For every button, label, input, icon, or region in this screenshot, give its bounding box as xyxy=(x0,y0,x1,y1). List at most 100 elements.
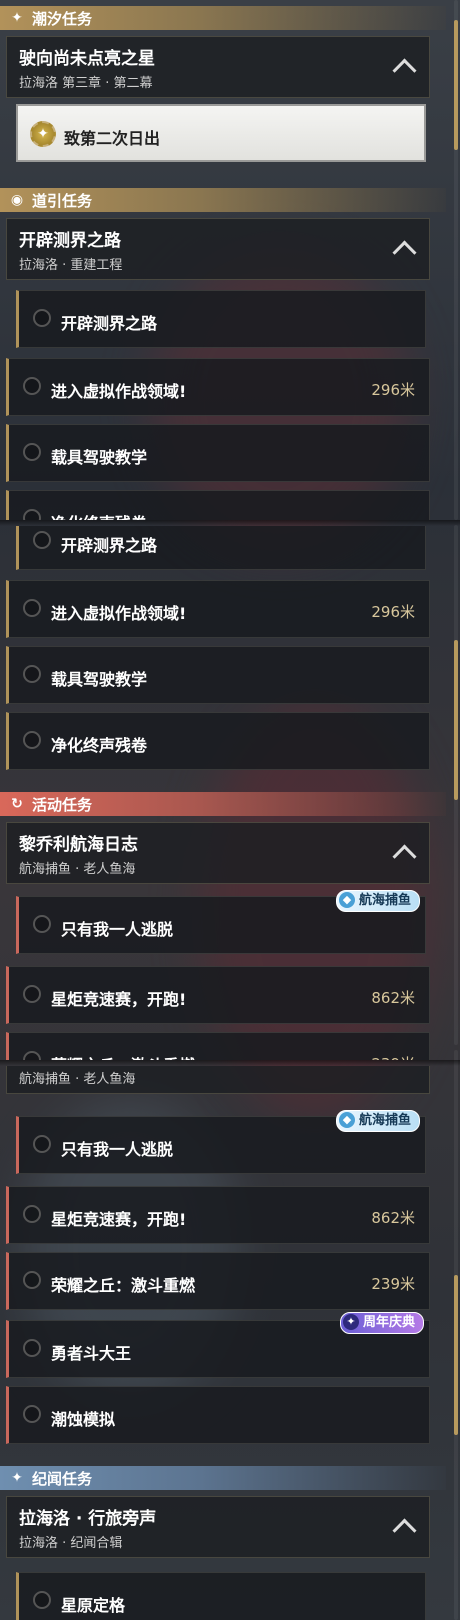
chevron-up-icon[interactable] xyxy=(392,240,417,265)
quest-card-tide[interactable]: 驶向尚未点亮之星 拉海洛 第三章 · 第二幕 xyxy=(6,36,430,98)
distance-label: 862米 xyxy=(371,989,415,1007)
sparkle-icon: ✦ xyxy=(11,1470,23,1486)
badge-label: 航海捕鱼 xyxy=(359,1113,412,1128)
task-label: 进入虚拟作战领域! xyxy=(51,382,187,401)
quest-subtitle: 拉海洛 · 重建工程 xyxy=(19,258,123,273)
status-circle-icon xyxy=(23,1051,41,1060)
status-circle-icon xyxy=(23,665,41,683)
task-item[interactable]: 进入虚拟作战领域! 296米 xyxy=(6,358,430,416)
task-label: 星炬竞速赛，开跑! xyxy=(51,990,187,1009)
task-item[interactable]: 载具驾驶教学 xyxy=(6,424,430,482)
status-circle-icon xyxy=(23,599,41,617)
location-pin-icon: ◉ xyxy=(10,192,24,208)
chevron-up-icon[interactable] xyxy=(392,844,417,869)
section-header-chronicle: ✦ 纪闻任务 xyxy=(0,1466,446,1490)
task-label: 开辟测界之路 xyxy=(61,536,158,555)
fish-icon: ◆ xyxy=(339,892,355,908)
quest-subtitle: 拉海洛 第三章 · 第二幕 xyxy=(19,76,153,91)
event-badge-anniversary: ✦ 周年庆典 xyxy=(340,1312,425,1334)
task-label: 潮蚀模拟 xyxy=(51,1410,116,1429)
anniversary-icon: ✦ xyxy=(343,1314,359,1330)
quest-title: 驶向尚未点亮之星 xyxy=(19,49,155,69)
section-title: 活动任务 xyxy=(32,795,93,814)
task-item[interactable]: 载具驾驶教学 xyxy=(6,646,430,704)
chevron-up-icon[interactable] xyxy=(392,1518,417,1543)
section-title: 道引任务 xyxy=(32,191,93,210)
task-item[interactable]: 潮蚀模拟 xyxy=(6,1386,430,1444)
task-item-clipped: 荣耀之丘：激斗重燃 239米 xyxy=(0,1032,460,1060)
task-item-clipped: 星原定格 xyxy=(0,1572,460,1620)
task-label: 星炬竞速赛，开跑! xyxy=(51,1210,187,1229)
status-circle-icon xyxy=(33,915,51,933)
section-title: 纪闻任务 xyxy=(32,1469,93,1488)
task-item[interactable]: 净化终声残卷 xyxy=(6,490,430,520)
task-item-clipped: 净化终声残卷 xyxy=(0,490,460,520)
quest-card-guide[interactable]: 开辟测界之路 拉海洛 · 重建工程 xyxy=(6,218,430,280)
task-label: 进入虚拟作战领域! xyxy=(51,604,187,623)
quest-card-chronicle[interactable]: 拉海洛 · 行旅旁声 拉海洛 · 纪闻合辑 xyxy=(6,1496,430,1558)
event-badge-fishing: ◆ 航海捕鱼 xyxy=(336,1110,421,1132)
task-label: 致第二次日出 xyxy=(64,129,161,148)
chevron-up-icon[interactable] xyxy=(392,58,417,83)
status-circle-icon xyxy=(33,1591,51,1609)
task-item[interactable]: 净化终声残卷 xyxy=(6,712,430,770)
badge-label: 周年庆典 xyxy=(363,1315,416,1330)
status-circle-icon xyxy=(33,531,51,549)
task-label: 勇者斗大王 xyxy=(51,1344,132,1363)
task-label: 只有我一人逃脱 xyxy=(61,1140,174,1159)
status-circle-icon xyxy=(33,1135,51,1153)
task-item[interactable]: 开辟测界之路 xyxy=(16,526,426,570)
scrollbar-thumb[interactable] xyxy=(454,20,458,150)
quest-title: 黎乔利航海日志 xyxy=(19,835,138,855)
task-item[interactable]: 进入虚拟作战领域! 296米 xyxy=(6,580,430,638)
section-header-guide: ◉ 道引任务 xyxy=(0,188,446,212)
quest-subtitle: 航海捕鱼 · 老人鱼海 xyxy=(19,862,136,877)
distance-label: 239米 xyxy=(371,1275,415,1293)
scrollbar-thumb[interactable] xyxy=(454,640,458,800)
task-item[interactable]: 星炬竞速赛，开跑! 862米 xyxy=(6,1186,430,1244)
task-item[interactable]: 星炬竞速赛，开跑! 862米 xyxy=(6,966,430,1024)
distance-label: 239米 xyxy=(371,1053,415,1060)
task-label: 只有我一人逃脱 xyxy=(61,920,174,939)
distance-label: 296米 xyxy=(371,381,415,399)
quest-title: 拉海洛 · 行旅旁声 xyxy=(19,1509,157,1529)
quest-subtitle: 航海捕鱼 · 老人鱼海 xyxy=(19,1072,136,1087)
tracking-icon: ✦ xyxy=(30,121,56,147)
task-label: 净化终声残卷 xyxy=(51,510,147,520)
task-item[interactable]: 荣耀之丘：激斗重燃 239米 xyxy=(6,1032,430,1060)
scrollbar-thumb[interactable] xyxy=(454,1275,458,1435)
section-header-event: ↻ 活动任务 xyxy=(0,792,446,816)
distance-label: 862米 xyxy=(371,1209,415,1227)
task-item-selected[interactable]: ✦ 致第二次日出 xyxy=(16,104,426,162)
status-circle-icon xyxy=(23,731,41,749)
task-item[interactable]: 星原定格 xyxy=(16,1572,426,1620)
quest-title: 开辟测界之路 xyxy=(19,231,121,251)
status-circle-icon xyxy=(23,1205,41,1223)
status-circle-icon xyxy=(23,985,41,1003)
task-label: 荣耀之丘：激斗重燃 xyxy=(51,1052,195,1060)
quest-card-event[interactable]: 航海捕鱼 · 老人鱼海 xyxy=(6,1066,430,1094)
status-circle-icon xyxy=(23,377,41,395)
task-item[interactable]: 荣耀之丘：激斗重燃 239米 xyxy=(6,1252,430,1310)
status-circle-icon xyxy=(33,309,51,327)
task-label: 载具驾驶教学 xyxy=(51,448,148,467)
distance-label: 296米 xyxy=(371,603,415,621)
task-label: 载具驾驶教学 xyxy=(51,670,148,689)
fish-icon: ◆ xyxy=(339,1112,355,1128)
status-circle-icon xyxy=(23,1271,41,1289)
task-label: 荣耀之丘：激斗重燃 xyxy=(51,1276,196,1295)
refresh-icon: ↻ xyxy=(11,796,23,812)
status-circle-icon xyxy=(23,443,41,461)
status-circle-icon xyxy=(23,1339,41,1357)
task-label: 净化终声残卷 xyxy=(51,736,148,755)
status-circle-icon xyxy=(23,509,41,520)
quest-card-event[interactable]: 黎乔利航海日志 航海捕鱼 · 老人鱼海 xyxy=(6,822,430,884)
badge-label: 航海捕鱼 xyxy=(359,893,412,908)
task-label: 星原定格 xyxy=(61,1596,126,1615)
event-badge-fishing: ◆ 航海捕鱼 xyxy=(336,890,421,912)
task-item[interactable]: 开辟测界之路 xyxy=(16,290,426,348)
quest-card-clipped: 航海捕鱼 · 老人鱼海 xyxy=(0,1066,460,1096)
sparkle-icon: ✦ xyxy=(11,10,23,26)
section-title: 潮汐任务 xyxy=(32,9,93,28)
quest-subtitle: 拉海洛 · 纪闻合辑 xyxy=(19,1536,123,1551)
